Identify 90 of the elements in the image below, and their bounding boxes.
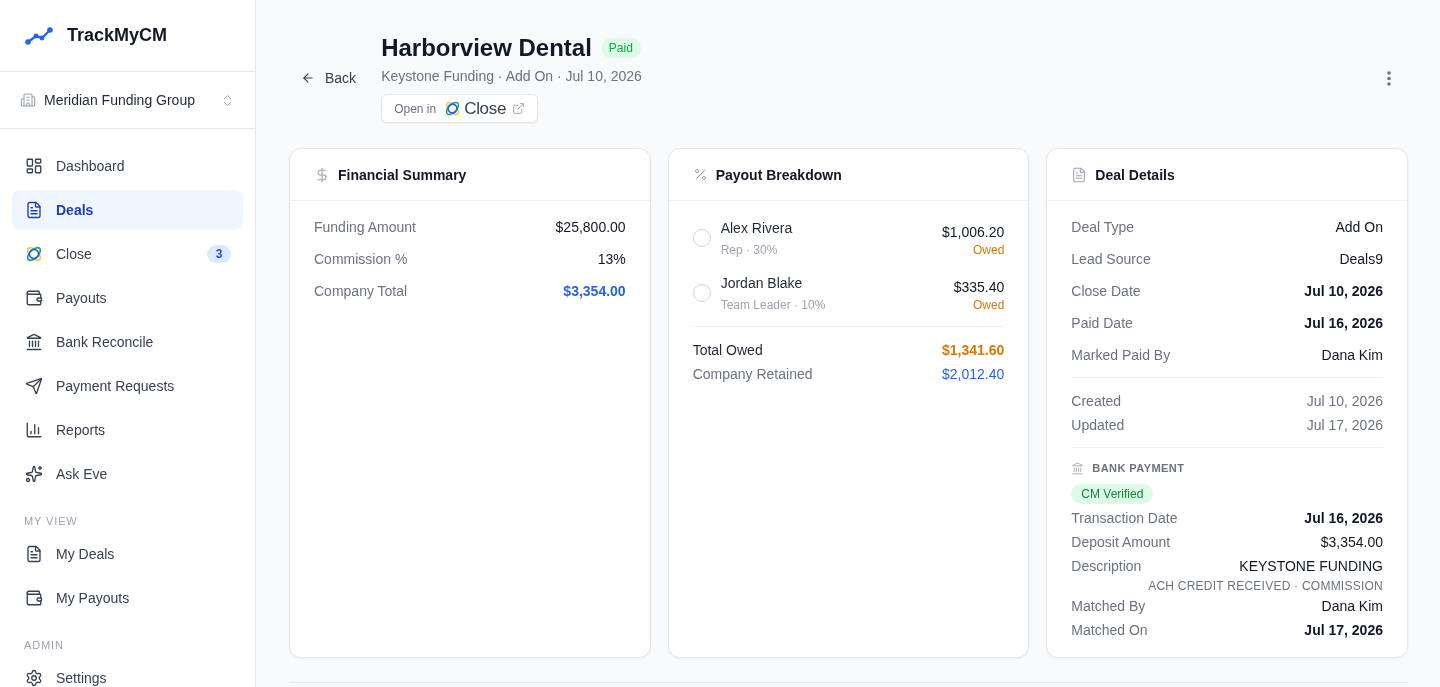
field-label: Transaction Date <box>1071 509 1178 528</box>
payee-role: Rep · 30% <box>720 242 778 258</box>
payee-role: Team Leader · 10% <box>720 297 826 313</box>
nav-item[interactable]: Payouts <box>12 278 243 318</box>
rings-logo-icon <box>25 245 43 263</box>
wallet-icon <box>25 589 43 607</box>
section-heading: BANK PAYMENT <box>1092 461 1185 476</box>
field-value: $25,800.00 <box>555 218 626 237</box>
field-value: 13% <box>597 250 626 269</box>
settings-icon <box>25 669 43 687</box>
field-value: Dana Kim <box>1321 346 1383 365</box>
more-icon <box>1387 70 1391 86</box>
nav-item[interactable]: Close 3 <box>12 234 243 274</box>
payout-amount: $1,006.20 <box>942 222 1005 242</box>
card-title: Deal Details <box>1095 166 1175 183</box>
deal-subtitle: Keystone Funding · Add On · Jul 10, 2026 <box>381 67 642 86</box>
external-link-icon <box>512 102 526 115</box>
total-value: $1,341.60 <box>942 341 1005 360</box>
field-value: Jul 16, 2026 <box>1304 314 1383 333</box>
field-value: Dana Kim <box>1321 597 1383 616</box>
field-label: Deposit Amount <box>1071 533 1171 552</box>
field-label: Created <box>1071 392 1122 411</box>
field-label: Commission % <box>314 250 408 269</box>
nav-item[interactable]: My Deals <box>12 534 243 574</box>
document-icon <box>25 545 43 563</box>
trend-line-logo-icon <box>25 26 53 45</box>
field-value: Jul 10, 2026 <box>1304 282 1383 301</box>
field-value: KEYSTONE FUNDING <box>1239 557 1383 576</box>
field-label: Deal Type <box>1071 218 1135 237</box>
sparkle-icon <box>25 465 43 483</box>
payout-status: Owed <box>972 296 1005 313</box>
brand-name: TrackMyCM <box>67 25 168 46</box>
paid-checkbox[interactable] <box>692 284 711 302</box>
field-label: Marked Paid By <box>1071 346 1171 365</box>
bank-icon <box>1071 461 1085 475</box>
document-icon <box>25 201 43 219</box>
deal-title: Harborview Dental <box>381 33 592 63</box>
field-value: $3,354.00 <box>1320 533 1383 552</box>
nav-item[interactable]: Deals <box>12 190 243 230</box>
nav-item[interactable]: Dashboard <box>12 146 243 186</box>
bank-icon <box>25 333 43 351</box>
field-value: Deals9 <box>1339 250 1383 269</box>
field-label: Matched By <box>1071 597 1146 616</box>
field-value: Jul 17, 2026 <box>1306 416 1383 435</box>
percent-icon <box>692 167 708 182</box>
nav-section-heading: ADMIN <box>23 638 65 653</box>
field-label: Funding Amount <box>314 218 416 237</box>
document-icon <box>1071 166 1088 183</box>
paid-checkbox[interactable] <box>692 229 711 247</box>
bar-chart-icon <box>25 421 43 439</box>
field-value: Jul 17, 2026 <box>1304 621 1383 640</box>
building-icon <box>20 92 36 108</box>
payout-amount: $335.40 <box>953 277 1005 297</box>
dashboard-icon <box>25 157 43 175</box>
nav-item[interactable]: Ask Eve <box>12 454 243 494</box>
field-label: Paid Date <box>1071 314 1133 333</box>
field-value: Add On <box>1335 218 1383 237</box>
field-value: Jul 16, 2026 <box>1304 509 1383 528</box>
field-label: Matched On <box>1071 621 1148 640</box>
field-label: Description <box>1071 557 1142 576</box>
card-title: Payout Breakdown <box>715 166 842 183</box>
payout-status: Owed <box>972 241 1005 258</box>
total-value: $2,012.40 <box>942 365 1005 384</box>
nav-item[interactable]: Bank Reconcile <box>12 322 243 362</box>
status-badge: Paid <box>600 38 641 58</box>
verified-badge: CM Verified <box>1071 484 1154 504</box>
back-button[interactable]: Back <box>289 64 369 92</box>
nav-section-heading: MY VIEW <box>23 514 79 529</box>
field-value: $3,354.00 <box>563 282 626 301</box>
wallet-icon <box>25 289 43 307</box>
nav-item[interactable]: My Payouts <box>12 578 243 618</box>
field-label: Updated <box>1071 416 1125 435</box>
field-value: Jul 10, 2026 <box>1306 392 1383 411</box>
dollar-icon <box>314 166 330 183</box>
nav-item[interactable]: Settings <box>12 658 243 687</box>
nav-item[interactable]: Reports <box>12 410 243 450</box>
total-label: Company Retained <box>692 365 813 384</box>
count-badge: 3 <box>207 245 231 263</box>
description-note: ACH CREDIT RECEIVED · COMMISSION <box>1148 578 1383 594</box>
paper-plane-icon <box>25 377 43 395</box>
field-label: Close Date <box>1071 282 1141 301</box>
nav-item[interactable]: Payment Requests <box>12 366 243 406</box>
total-label: Total Owed <box>692 341 763 360</box>
payee-name: Jordan Blake <box>720 274 803 293</box>
card-title: Financial Summary <box>338 166 467 183</box>
field-label: Company Total <box>314 282 408 301</box>
rings-logo-icon <box>444 100 462 117</box>
field-label: Lead Source <box>1071 250 1151 269</box>
open-in-button[interactable]: Open in Close <box>381 94 539 123</box>
payee-name: Alex Rivera <box>720 219 793 238</box>
